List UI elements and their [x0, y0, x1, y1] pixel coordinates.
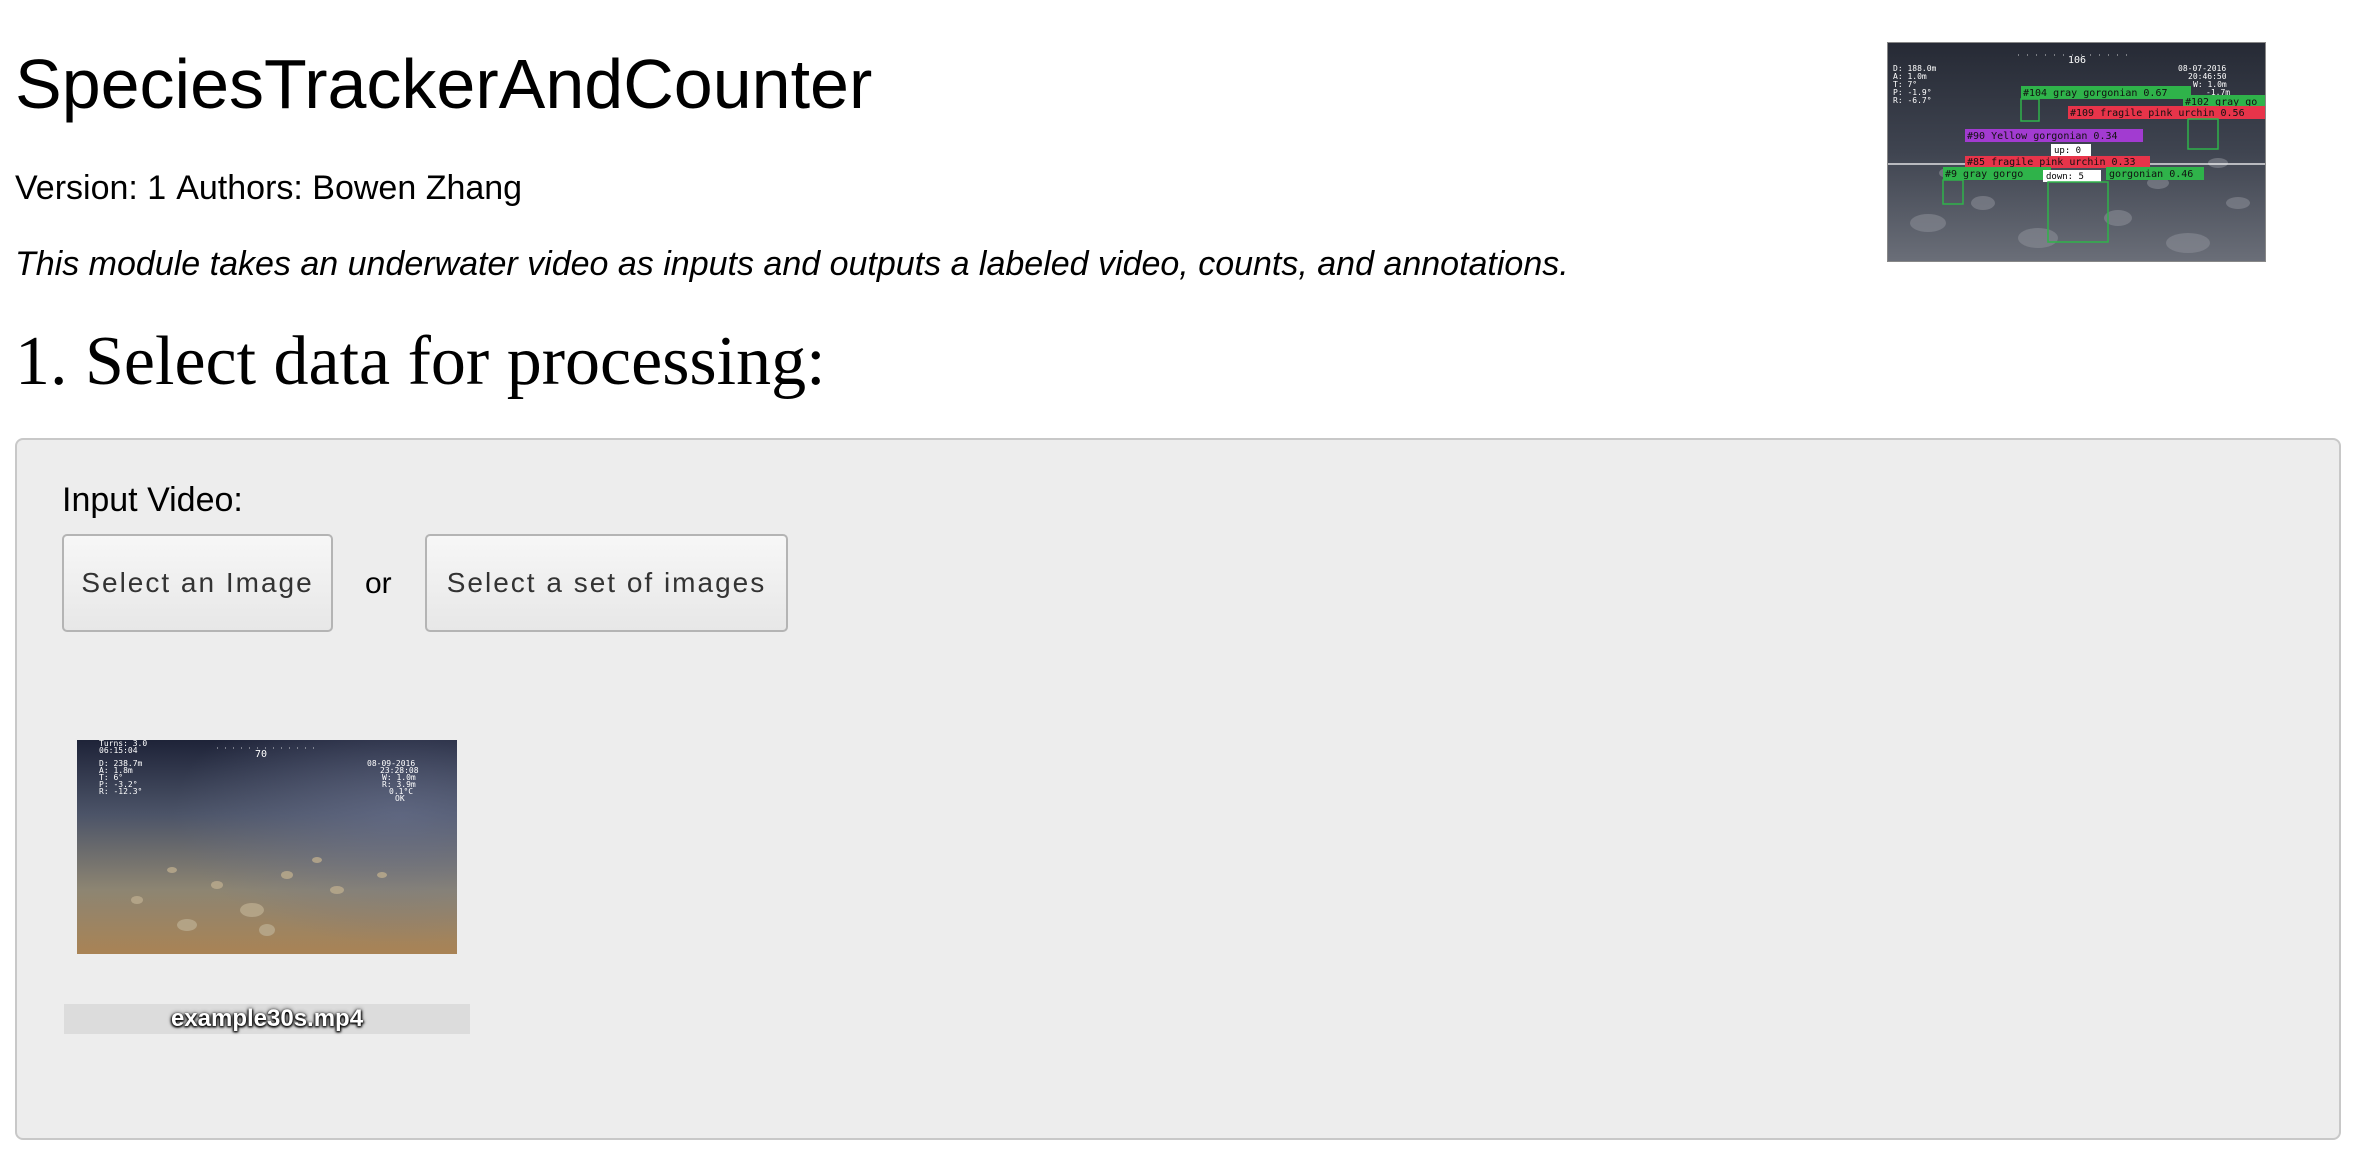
hero-readout-line: R: -6.7° — [1893, 96, 1932, 105]
detection-label: #104 gray gorgonian 0.67 — [2023, 88, 2168, 99]
hero-heading-readout: 106 — [2068, 55, 2086, 66]
thumb-right-readout: OK — [395, 794, 405, 803]
select-image-button[interactable]: Select an Image — [62, 534, 333, 632]
detection-box-85: #85 fragile pink urchin 0.33 — [1965, 156, 2150, 168]
version-text: Version: 1 — [15, 169, 167, 207]
module-metadata: Version: 1 Authors: Bowen Zhang — [15, 166, 522, 210]
input-video-label: Input Video: — [62, 481, 243, 519]
detection-label: #109 fragile pink urchin 0.56 — [2070, 108, 2245, 119]
counter-up-badge: up: 0 — [2051, 144, 2091, 156]
or-separator: or — [365, 567, 392, 600]
select-image-set-button[interactable]: Select a set of images — [425, 534, 788, 632]
count-up-text: up: 0 — [2054, 146, 2081, 156]
module-description: This module takes an underwater video as… — [15, 245, 1569, 283]
count-down-text: down: 5 — [2046, 172, 2084, 182]
thumb-readout-line: R: -12.3° — [99, 787, 142, 796]
app-title: SpeciesTrackerAndCounter — [15, 45, 873, 123]
data-selection-panel: Input Video: Select an Image or Select a… — [15, 438, 2341, 1140]
section-heading: 1. Select data for processing: — [15, 323, 826, 400]
thumb-readout-line: 06:15:04 — [99, 746, 138, 755]
counter-down-badge: down: 5 — [2043, 170, 2101, 182]
detection-label: gorgonian 0.46 — [2109, 169, 2193, 180]
file-name-caption: example30s.mp4 — [64, 1004, 470, 1034]
file-thumbnail: Turns: 3.0 06:15:04 D: 238.7m A: 1.8m T:… — [77, 740, 457, 954]
module-preview-image: D: 188.0m A: 1.0m T: 7° P: -1.9° R: -6.7… — [1887, 42, 2266, 262]
authors-text: Authors: Bowen Zhang — [176, 169, 523, 207]
detection-label: #85 fragile pink urchin 0.33 — [1967, 157, 2136, 168]
detection-box-90: #90 Yellow gorgonian 0.34 — [1965, 129, 2143, 142]
thumb-heading-readout: 70 — [255, 749, 267, 760]
detection-label: #90 Yellow gorgonian 0.34 — [1967, 131, 2118, 142]
file-tile[interactable]: Turns: 3.0 06:15:04 D: 238.7m A: 1.8m T:… — [64, 740, 470, 1080]
detection-label: #9 gray gorgo — [1945, 169, 2023, 180]
